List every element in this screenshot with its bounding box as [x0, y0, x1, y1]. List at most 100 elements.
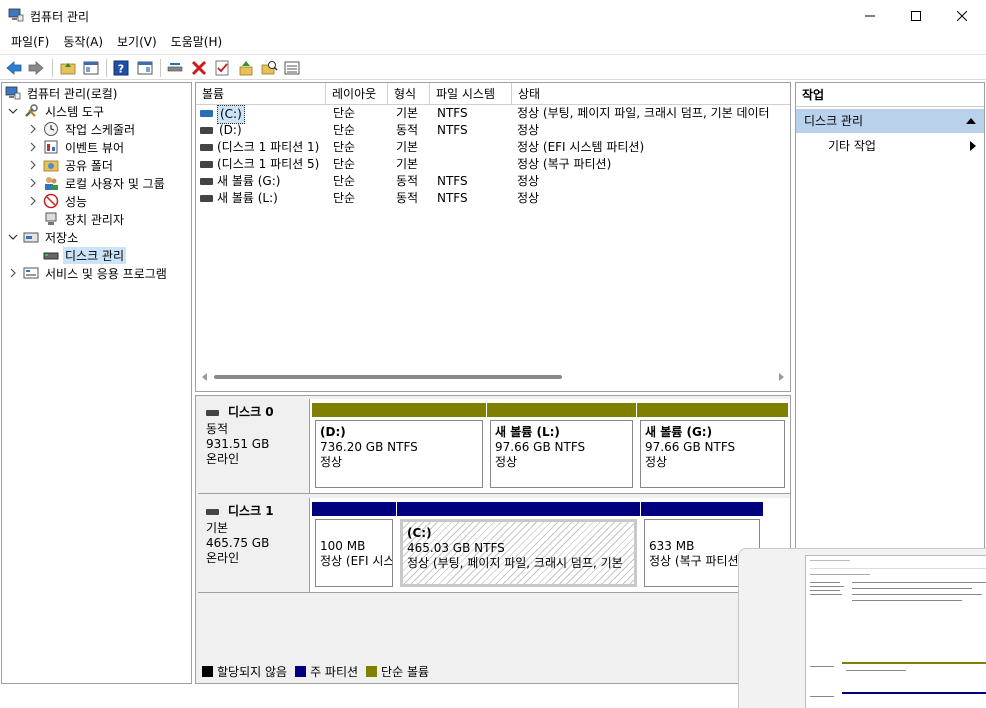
- list-view-icon[interactable]: [283, 59, 301, 77]
- tree-item-shared-folders[interactable]: 공유 폴더: [27, 156, 115, 174]
- action-more-actions[interactable]: 기타 작업: [796, 135, 984, 157]
- chevron-right-icon[interactable]: [27, 177, 39, 189]
- chevron-right-icon[interactable]: [27, 159, 39, 171]
- title-bar[interactable]: 컴퓨터 관리: [0, 0, 986, 31]
- volume-type: 동적: [396, 174, 419, 188]
- disk-1-label[interactable]: 디스크 1 기본 465.75 GB 온라인: [198, 498, 310, 593]
- back-arrow-icon[interactable]: [5, 59, 23, 77]
- volume-status: 정상: [517, 174, 540, 188]
- tree-item-system-tools[interactable]: 시스템 도구: [7, 102, 106, 120]
- menu-help[interactable]: 도움말(H): [164, 31, 230, 53]
- thumbnail-line: [810, 582, 840, 583]
- action-pane-header: 작업: [796, 83, 984, 107]
- collapse-up-icon[interactable]: [966, 118, 976, 124]
- horizontal-scrollbar[interactable]: [196, 371, 790, 383]
- simple-volume-bar: [312, 403, 486, 417]
- thumbnail-line: [810, 666, 834, 667]
- scroll-left-icon[interactable]: [200, 372, 208, 382]
- chevron-right-icon[interactable]: [27, 195, 39, 207]
- show-hide-console-tree-icon[interactable]: [82, 59, 100, 77]
- action-section-disk-management[interactable]: 디스크 관리: [796, 109, 984, 133]
- chevron-right-icon[interactable]: [27, 141, 39, 153]
- disk-size: 465.75 GB: [206, 536, 270, 550]
- tree-item-event-viewer[interactable]: 이벤트 뷰어: [27, 138, 126, 156]
- properties-icon[interactable]: [213, 59, 231, 77]
- tree-item-services[interactable]: 서비스 및 응용 프로그램: [7, 264, 169, 282]
- volume-layout: 단순: [333, 123, 356, 137]
- partition-size: 97.66 GB NTFS: [495, 440, 586, 454]
- tree-item-device-manager[interactable]: 장치 관리자: [43, 210, 126, 228]
- thumbnail-line: [852, 594, 982, 595]
- simple-volume-bar: [487, 403, 636, 417]
- partition-status: 정상 (EFI 시스: [320, 554, 393, 568]
- users-icon: [45, 177, 58, 190]
- delete-icon[interactable]: [190, 59, 208, 77]
- volume-status: 정상: [517, 191, 540, 205]
- menu-action[interactable]: 동작(A): [56, 31, 110, 53]
- table-row[interactable]: (디스크 1 파티션 1) 단순 기본 정상 (EFI 시스템 파티션): [196, 139, 790, 156]
- scroll-right-icon[interactable]: [778, 372, 786, 382]
- volume-name: (D:): [219, 123, 242, 137]
- volume-icon: [200, 144, 213, 151]
- partition-c[interactable]: (C:) 465.03 GB NTFS 정상 (부팅, 페이지 파일, 크래시 …: [397, 502, 640, 590]
- tree-item-root[interactable]: 컴퓨터 관리(로컬): [5, 84, 119, 102]
- column-header-filesystem[interactable]: 파일 시스템: [430, 83, 512, 105]
- volume-status: 정상: [517, 123, 540, 137]
- partition-g[interactable]: 새 볼륨 (G:) 97.66 GB NTFS 정상: [637, 403, 788, 491]
- table-row[interactable]: (D:) 단순 동적 NTFS 정상: [196, 122, 790, 139]
- volume-layout: 단순: [333, 191, 356, 205]
- tree-item-task-scheduler[interactable]: 작업 스케줄러: [27, 120, 137, 138]
- scrollbar-thumb[interactable]: [214, 375, 562, 379]
- disk-map: 디스크 0 동적 931.51 GB 온라인 (D:) 736.20 GB NT…: [195, 395, 791, 684]
- tree-item-performance[interactable]: 성능: [27, 192, 89, 210]
- computer-management-icon: [5, 86, 21, 100]
- partition-size: 97.66 GB NTFS: [645, 440, 736, 454]
- window-title: 컴퓨터 관리: [30, 10, 90, 24]
- partition-body: (C:) 465.03 GB NTFS 정상 (부팅, 페이지 파일, 크래시 …: [400, 519, 637, 587]
- disk-size: 931.51 GB: [206, 437, 270, 451]
- import-icon[interactable]: [237, 59, 255, 77]
- connect-icon[interactable]: [166, 59, 184, 77]
- close-button[interactable]: [939, 0, 985, 31]
- thumbnail-line: [810, 568, 986, 569]
- column-header-layout[interactable]: 레이아웃: [326, 83, 388, 105]
- partition-l[interactable]: 새 볼륨 (L:) 97.66 GB NTFS 정상: [487, 403, 636, 491]
- show-hide-action-pane-icon[interactable]: [136, 59, 154, 77]
- table-row[interactable]: 새 볼륨 (G:) 단순 동적 NTFS 정상: [196, 173, 790, 190]
- volume-icon: [200, 195, 213, 202]
- tree-label: 이벤트 뷰어: [65, 140, 125, 155]
- tree-item-local-users[interactable]: 로컬 사용자 및 그룹: [27, 174, 167, 192]
- column-header-status[interactable]: 상태: [512, 83, 790, 105]
- chevron-right-icon[interactable]: [27, 123, 39, 135]
- storage-icon: [23, 232, 39, 243]
- minimize-button[interactable]: [847, 0, 893, 31]
- column-header-type[interactable]: 형식: [388, 83, 430, 105]
- disk-0-label[interactable]: 디스크 0 동적 931.51 GB 온라인: [198, 399, 310, 494]
- window-thumbnail-preview[interactable]: [738, 548, 986, 708]
- table-row[interactable]: (C:) 단순 기본 NTFS 정상 (부팅, 페이지 파일, 크래시 덤프, …: [196, 105, 790, 124]
- up-folder-icon[interactable]: [59, 59, 77, 77]
- forward-arrow-icon[interactable]: [27, 59, 45, 77]
- partition-d[interactable]: (D:) 736.20 GB NTFS 정상: [312, 403, 486, 491]
- tree-item-disk-management[interactable]: 디스크 관리: [43, 246, 127, 264]
- column-header-volume[interactable]: 볼륨: [196, 83, 326, 105]
- table-row[interactable]: (디스크 1 파티션 5) 단순 기본 정상 (복구 파티션): [196, 156, 790, 173]
- partition-body: (D:) 736.20 GB NTFS 정상: [315, 420, 483, 488]
- legend-primary: 주 파티션: [310, 664, 359, 679]
- partition-efi[interactable]: 100 MB 정상 (EFI 시스: [312, 502, 396, 590]
- legend-swatch-primary: [295, 665, 307, 677]
- chevron-right-icon[interactable]: [7, 267, 19, 279]
- menu-file[interactable]: 파일(F): [4, 31, 56, 53]
- thumbnail-line: [852, 582, 986, 583]
- search-folder-icon[interactable]: [260, 59, 278, 77]
- maximize-button[interactable]: [893, 0, 939, 31]
- volume-icon: [200, 110, 213, 117]
- menu-view[interactable]: 보기(V): [110, 31, 164, 53]
- table-row[interactable]: 새 볼륨 (L:) 단순 동적 NTFS 정상: [196, 190, 790, 207]
- chevron-down-icon[interactable]: [7, 105, 19, 117]
- chevron-down-icon[interactable]: [7, 231, 19, 243]
- tree-item-storage[interactable]: 저장소: [7, 228, 80, 246]
- thumbnail-line: [810, 574, 870, 575]
- thumbnail-line: [810, 590, 840, 591]
- help-icon[interactable]: ?: [112, 59, 130, 77]
